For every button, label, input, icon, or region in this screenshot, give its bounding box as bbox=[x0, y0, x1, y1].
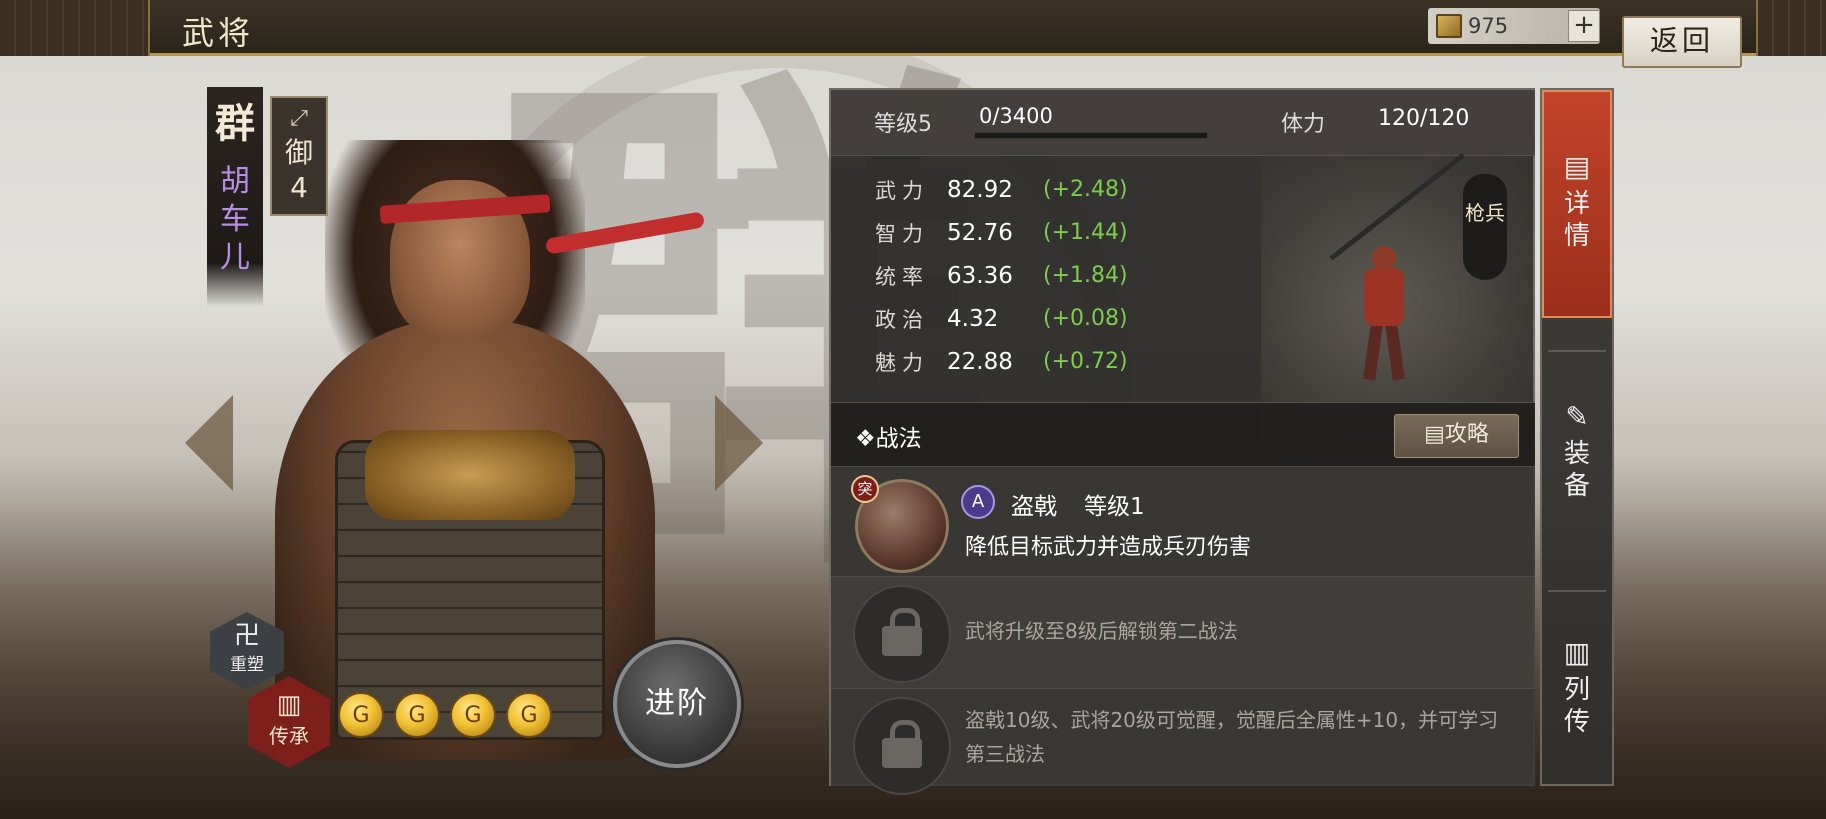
skills-header: ❖战法 ▤攻略 bbox=[831, 402, 1535, 466]
advance-button[interactable]: 进阶 bbox=[613, 640, 741, 768]
stat-delta: (+0.08) bbox=[1043, 306, 1128, 331]
rebuild-label: 重塑 bbox=[230, 655, 264, 675]
star-icon: G bbox=[338, 692, 384, 738]
tab-divider bbox=[1548, 590, 1606, 592]
stat-delta: (+2.48) bbox=[1043, 177, 1128, 202]
tab-equipment[interactable]: ✎ 装备 bbox=[1542, 388, 1612, 548]
stat-row: 统率 63.36 (+1.84) bbox=[831, 254, 1251, 297]
previous-hero-arrow-icon[interactable] bbox=[185, 395, 233, 491]
tab-details[interactable]: ▤ 详情 bbox=[1542, 90, 1612, 318]
stat-name: 武力 bbox=[875, 178, 929, 203]
stat-name: 政治 bbox=[875, 307, 929, 332]
spearman-figure bbox=[1353, 246, 1415, 386]
stat-value: 22.88 bbox=[947, 348, 1013, 375]
side-tabs: ▤ 详情 ✎ 装备 ▥ 列传 bbox=[1540, 88, 1614, 786]
stat-delta: (+1.84) bbox=[1043, 263, 1128, 288]
faction-banner: 群 胡车儿 bbox=[207, 87, 263, 307]
awaken-hint-wrap: 盗戟10级、武将20级可觉醒，觉醒后全属性+10，并可学习第三战法 bbox=[831, 703, 1535, 783]
stat-delta: (+0.72) bbox=[1043, 349, 1128, 374]
skill-grade-badge: A bbox=[961, 485, 995, 519]
skill-type-badge: 突 bbox=[851, 475, 879, 503]
attribute-list: 武力 82.92 (+2.48) 智力 52.76 (+1.44) 统率 63.36 (+1… bbox=[831, 168, 1251, 383]
skill-slot-3-locked[interactable]: 盗戟10级、武将20级可觉醒，觉醒后全属性+10，并可学习第三战法 bbox=[831, 688, 1535, 795]
spear-icon bbox=[1329, 153, 1465, 261]
stat-name: 智力 bbox=[875, 221, 929, 246]
cost-arrow-icon: ⤢ bbox=[290, 106, 308, 131]
stamina-value: 120/120 bbox=[1378, 106, 1470, 131]
stat-row: 智力 52.76 (+1.44) bbox=[831, 211, 1251, 254]
add-resource-button[interactable]: + bbox=[1568, 10, 1600, 42]
awaken-hint: 盗戟10级、武将20级可觉醒，觉醒后全属性+10，并可学习第三战法 bbox=[965, 708, 1499, 766]
soldier-torso bbox=[1364, 268, 1404, 326]
stat-name: 统率 bbox=[875, 264, 929, 289]
jade-coin-icon bbox=[1436, 14, 1462, 38]
tab-divider bbox=[1548, 350, 1606, 352]
next-hero-arrow-icon[interactable] bbox=[715, 395, 763, 491]
topbar-ornament-left bbox=[0, 0, 150, 56]
unlock-hint: 武将升级至8级后解锁第二战法 bbox=[965, 619, 1238, 643]
exp-value: 0/3400 bbox=[979, 104, 1053, 128]
advancement-stars: G G G G bbox=[338, 692, 552, 738]
tab-label: 详情 bbox=[1564, 189, 1591, 251]
skills-title: ❖战法 bbox=[855, 426, 922, 452]
skill-name: 盗戟 bbox=[1011, 494, 1057, 520]
exp-progress-bar bbox=[974, 132, 1208, 139]
tab-label: 列传 bbox=[1564, 675, 1591, 737]
lock-icon bbox=[882, 608, 922, 656]
star-icon: G bbox=[450, 692, 496, 738]
soldier-head bbox=[1372, 246, 1396, 270]
biography-icon: ▥ bbox=[1563, 636, 1591, 669]
tab-biography[interactable]: ▥ 列传 bbox=[1542, 624, 1612, 784]
hero-name: 胡车儿 bbox=[220, 164, 250, 275]
troop-cost-tag: ⤢ 御 4 bbox=[270, 96, 328, 216]
cost-value: 4 bbox=[290, 171, 308, 204]
equipment-icon: ✎ bbox=[1565, 400, 1589, 433]
stat-value: 82.92 bbox=[947, 176, 1013, 203]
details-icon: ▤ bbox=[1563, 150, 1591, 183]
skill-slot-1[interactable]: 突 A 盗戟 等级1 降低目标武力并造成兵刃伤害 bbox=[831, 466, 1535, 576]
page-title: 武将 bbox=[182, 14, 255, 52]
stamina-label: 体力 bbox=[1281, 112, 1326, 137]
skill-slot-2-locked[interactable]: 武将升级至8级后解锁第二战法 bbox=[831, 576, 1535, 688]
level-label: 等级5 bbox=[874, 112, 932, 137]
back-button[interactable]: 返回 bbox=[1622, 16, 1742, 68]
rebuild-icon: 卍 bbox=[233, 621, 260, 651]
guide-button[interactable]: ▤攻略 bbox=[1394, 414, 1519, 458]
star-icon: G bbox=[394, 692, 440, 738]
tab-label: 装备 bbox=[1564, 439, 1591, 501]
faction-label: 群 bbox=[215, 100, 255, 147]
skill-level: 等级1 bbox=[1084, 494, 1145, 520]
resource-value: 975 bbox=[1468, 14, 1509, 38]
stat-row: 武力 82.92 (+2.48) bbox=[831, 168, 1251, 211]
inherit-icon: ▥ bbox=[276, 690, 302, 720]
soldier-leg bbox=[1385, 323, 1405, 381]
unit-type-label: 枪兵 bbox=[1463, 174, 1507, 280]
topbar-ornament-right bbox=[1756, 0, 1826, 56]
level-bar: 等级5 0/3400 体力 120/120 bbox=[831, 90, 1535, 156]
stat-value: 4.32 bbox=[947, 305, 999, 332]
detail-panel: 等级5 0/3400 体力 120/120 武力 82.92 (+2.48) 智力 5… bbox=[829, 88, 1535, 795]
stat-value: 63.36 bbox=[947, 262, 1013, 289]
soldier-leg bbox=[1363, 323, 1383, 381]
inherit-label: 传承 bbox=[269, 724, 309, 748]
stat-row: 魅力 22.88 (+0.72) bbox=[831, 340, 1251, 383]
stat-value: 52.76 bbox=[947, 219, 1013, 246]
cost-label: 御 bbox=[284, 136, 313, 169]
star-icon: G bbox=[506, 692, 552, 738]
stat-name: 魅力 bbox=[875, 350, 929, 375]
stat-delta: (+1.44) bbox=[1043, 220, 1128, 245]
skill-description: 降低目标武力并造成兵刃伤害 bbox=[965, 535, 1252, 560]
lock-icon-circle bbox=[853, 585, 951, 683]
stat-row: 政治 4.32 (+0.08) bbox=[831, 297, 1251, 340]
hero-chest-plate bbox=[365, 430, 575, 520]
